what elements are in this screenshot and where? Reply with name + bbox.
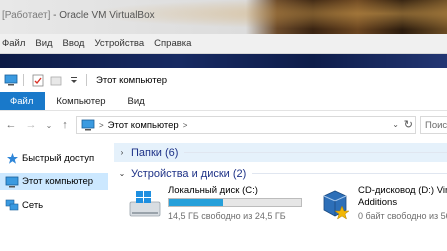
address-dropdown-button[interactable]: ⌄ (392, 120, 399, 129)
properties-icon[interactable] (31, 73, 45, 87)
drive-free-space: 0 байт свободно из 56,9 МБ (358, 211, 447, 221)
divider (86, 74, 87, 86)
menu-file[interactable]: Файл (0, 38, 30, 49)
breadcrumb-separator[interactable]: > (99, 121, 104, 130)
star-icon (5, 152, 19, 166)
drive-free-space: 14,5 ГБ свободно из 24,5 ГБ (168, 211, 286, 221)
explorer-title-bar: Этот компьютер (0, 68, 447, 92)
drive-name: Локальный диск (C:) (168, 185, 258, 196)
divider (23, 74, 24, 86)
drive-name-line2: Additions (358, 197, 398, 208)
ribbon-tabs: Файл Компьютер Вид (0, 92, 447, 111)
menu-help[interactable]: Справка (149, 38, 196, 49)
nav-item-label: Сеть (22, 200, 44, 211)
drive-usage-bar (168, 198, 302, 207)
window-title: [Работает] - Oracle VM VirtualBox (2, 10, 155, 21)
nav-item-network[interactable]: Сеть (0, 197, 108, 214)
menu-devices[interactable]: Устройства (89, 38, 149, 49)
content-pane: › Папки (6) ⌄ Устройства и диски (2) Лок… (110, 140, 447, 251)
group-devices[interactable]: ⌄ Устройства и диски (2) (114, 164, 447, 183)
drive-d[interactable]: CD-дисковод (D:) VirtualBox Guest Additi… (318, 182, 447, 226)
forward-button[interactable]: → (24, 116, 38, 134)
group-label: Устройства и диски (2) (131, 167, 247, 180)
drive-name: CD-дисковод (D:) VirtualBox Guest (358, 185, 447, 196)
address-bar[interactable]: > Этот компьютер > ⌄ ↻ (76, 116, 416, 134)
group-label: Папки (6) (131, 146, 179, 159)
nav-item-quick-access[interactable]: Быстрый доступ (0, 150, 108, 167)
menu-input[interactable]: Ввод (58, 38, 90, 49)
app-name: - Oracle VM VirtualBox (50, 10, 155, 21)
nav-item-label: Этот компьютер (22, 176, 94, 187)
vm-state: [Работает] (2, 10, 51, 21)
vbox-title-bar: [Работает] - Oracle VM VirtualBox (0, 0, 447, 34)
menu-view[interactable]: Вид (30, 38, 57, 49)
nav-item-label: Быстрый доступ (22, 153, 95, 164)
breadcrumb-separator[interactable]: > (183, 121, 188, 130)
breadcrumb-this-pc[interactable]: Этот компьютер (108, 120, 179, 131)
group-divider (184, 152, 447, 153)
search-input[interactable]: Поиск: Этот компьютер (420, 116, 447, 134)
customize-qat-icon[interactable] (67, 73, 81, 87)
navigation-pane: Быстрый доступ Этот компьютер Сеть (0, 140, 108, 251)
new-folder-icon[interactable] (49, 73, 63, 87)
tab-file[interactable]: Файл (0, 92, 46, 110)
tab-computer[interactable]: Компьютер (45, 92, 116, 110)
guest-desktop-strip (0, 54, 447, 68)
refresh-button[interactable]: ↻ (404, 118, 413, 131)
drive-c[interactable]: Локальный диск (C:) 14,5 ГБ свободно из … (128, 182, 318, 226)
recent-locations-button[interactable]: ⌄ (42, 116, 56, 134)
hard-drive-icon (128, 188, 162, 220)
group-divider (252, 173, 447, 174)
this-pc-icon (5, 175, 19, 189)
explorer-title: Этот компьютер (96, 74, 168, 86)
drive-usage-fill (169, 199, 224, 206)
this-pc-icon (4, 73, 18, 87)
chevron-right-icon: › (120, 148, 124, 157)
address-row: ← → ⌄ ↑ > Этот компьютер > ⌄ ↻ Поиск: Эт… (0, 113, 447, 137)
vbox-menu-bar: Файл Вид Ввод Устройства Справка (0, 34, 447, 54)
group-folders[interactable]: › Папки (6) (114, 143, 447, 162)
this-pc-icon (81, 119, 95, 131)
tab-view[interactable]: Вид (117, 92, 156, 110)
virtualbox-cd-icon (318, 188, 352, 220)
nav-item-this-pc[interactable]: Этот компьютер (0, 173, 108, 190)
up-button[interactable]: ↑ (58, 116, 72, 134)
network-icon (5, 199, 19, 213)
back-button[interactable]: ← (4, 116, 18, 134)
chevron-down-icon: ⌄ (118, 169, 126, 178)
